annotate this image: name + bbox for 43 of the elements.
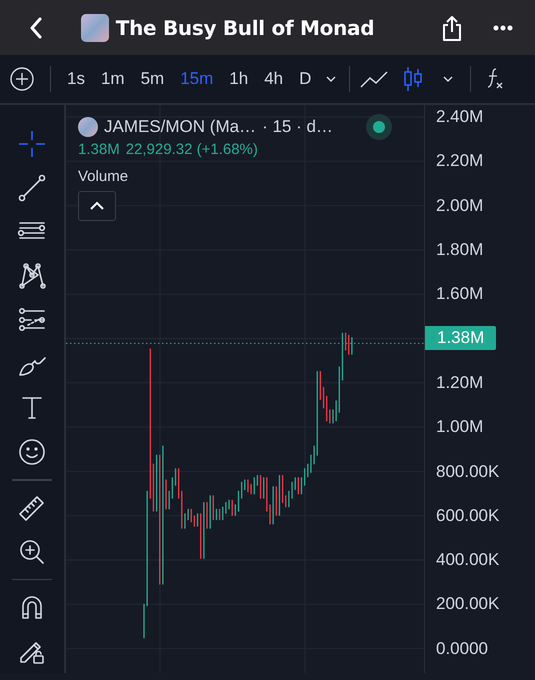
chevron-up-icon <box>89 201 105 211</box>
pattern-icon[interactable] <box>17 261 47 291</box>
avatar <box>80 14 109 42</box>
line-chart-icon[interactable] <box>360 69 388 89</box>
caret-icon[interactable] <box>442 75 454 83</box>
price-label: 2.20M <box>436 151 484 172</box>
back-icon[interactable] <box>28 16 44 40</box>
candles-icon[interactable] <box>402 66 424 92</box>
price-label: 400.00K <box>436 550 500 570</box>
interval-tab[interactable]: 4h <box>256 69 292 89</box>
price-label: 2.40M <box>436 107 484 128</box>
current-price-tag: 1.38M <box>425 326 496 350</box>
price-label: 2.00M <box>436 196 484 216</box>
add-icon[interactable] <box>10 67 34 91</box>
price-label: 200.00K <box>436 594 500 614</box>
price-label: 600.00K <box>436 506 500 526</box>
page-title: The Busy Bull of Monad <box>116 16 374 40</box>
indicator-label: Volume <box>78 168 130 185</box>
price-label: 1.00M <box>436 417 484 438</box>
interval-tab[interactable]: 5m <box>132 69 172 89</box>
collapse-button[interactable] <box>78 191 116 221</box>
price-label: 800.00K <box>436 462 500 482</box>
more-icon[interactable] <box>493 24 513 30</box>
share-icon[interactable] <box>441 14 463 42</box>
emoji-icon[interactable] <box>17 437 47 467</box>
price-change: 22,929.32 (+1.68%) <box>126 141 258 158</box>
price-label: 0.0000 <box>436 638 488 659</box>
interval-tab[interactable]: 15m <box>172 69 222 89</box>
caret-icon[interactable] <box>325 75 338 83</box>
token-avatar <box>78 117 98 137</box>
symbol-name: JAMES/MON (Ma… <box>104 117 256 137</box>
price-label: 1.80M <box>436 240 484 260</box>
interval-label: · 15 · d… <box>262 117 333 137</box>
interval-tab[interactable]: D <box>291 69 320 89</box>
crosshair-icon[interactable] <box>17 129 47 159</box>
interval-tab[interactable]: 1s <box>59 69 93 89</box>
price-label: 1.20M <box>436 372 484 393</box>
interval-tab[interactable]: 1h <box>221 69 256 89</box>
interval-tab[interactable]: 1m <box>92 69 133 89</box>
trend-line-icon[interactable] <box>17 173 47 203</box>
indicators-icon[interactable] <box>485 67 506 91</box>
price-label: 1.60M <box>436 284 484 304</box>
last-price: 1.38M <box>78 141 120 158</box>
